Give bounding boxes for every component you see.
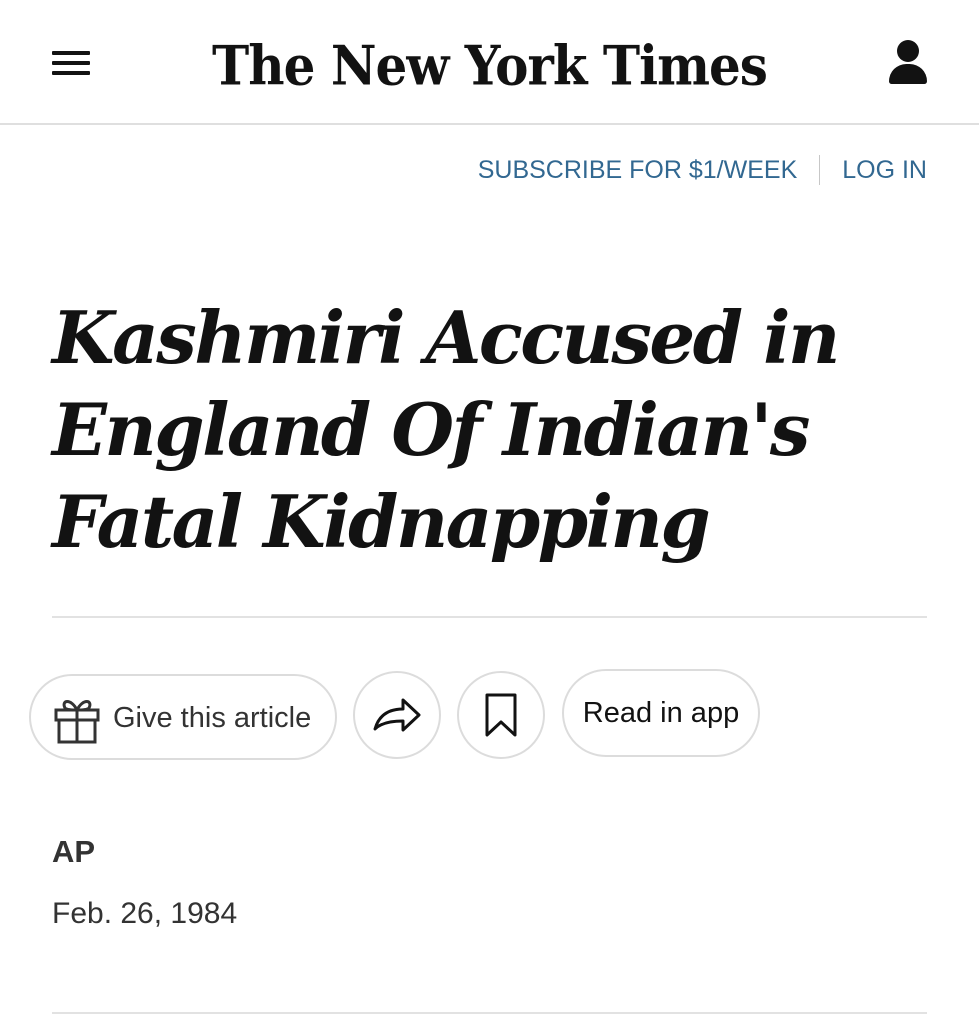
give-article-label: Give this article bbox=[113, 702, 312, 734]
article-page: The New York Times SUBSCRIBE FOR $1/WEEK… bbox=[0, 0, 979, 1024]
share-button[interactable] bbox=[353, 671, 441, 759]
hamburger-menu-icon[interactable] bbox=[52, 48, 90, 78]
login-link[interactable]: LOG IN bbox=[842, 156, 927, 185]
give-article-button[interactable]: Give this article bbox=[29, 674, 337, 760]
byline[interactable]: AP bbox=[52, 834, 95, 870]
site-header: The New York Times bbox=[0, 0, 979, 125]
read-in-app-button[interactable]: Read in app bbox=[562, 669, 760, 757]
divider bbox=[52, 1012, 927, 1014]
subscribe-bar: SUBSCRIBE FOR $1/WEEK LOG IN bbox=[478, 150, 927, 190]
read-in-app-label: Read in app bbox=[582, 697, 740, 729]
divider bbox=[52, 616, 927, 618]
publish-date: Feb. 26, 1984 bbox=[52, 897, 238, 930]
divider bbox=[819, 155, 821, 185]
subscribe-link[interactable]: SUBSCRIBE FOR $1/WEEK bbox=[478, 156, 798, 185]
save-button[interactable] bbox=[457, 671, 545, 759]
article-headline: Kashmiri Accused in England Of Indian's … bbox=[52, 295, 840, 564]
user-account-icon[interactable] bbox=[887, 40, 929, 86]
gift-icon bbox=[53, 695, 101, 750]
nyt-logo[interactable]: The New York Times bbox=[200, 23, 779, 109]
